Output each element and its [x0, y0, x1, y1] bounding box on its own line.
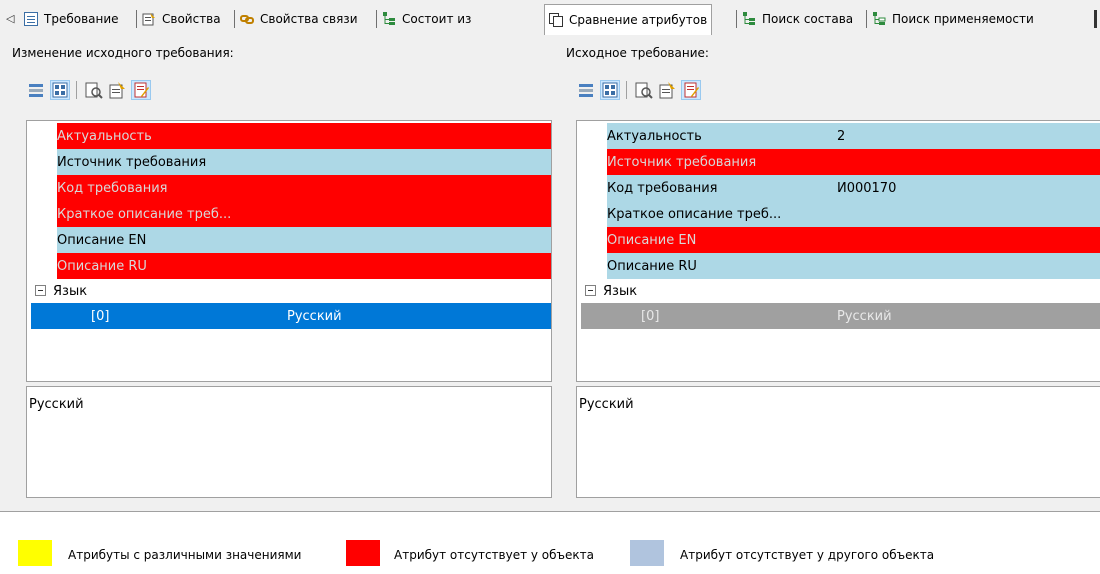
tab-label: Свойства связи — [260, 12, 358, 26]
toolbar-separator — [626, 81, 627, 99]
tab-separator — [136, 10, 137, 28]
form-icon — [24, 12, 38, 26]
tab-link-properties[interactable]: Свойства связи — [240, 6, 358, 32]
left-value-memo[interactable]: Русский — [26, 386, 552, 498]
tab-separator — [376, 10, 377, 28]
preview-icon[interactable] — [83, 80, 103, 100]
edit-attributes-icon[interactable] — [681, 80, 701, 100]
right-toolbar — [576, 78, 705, 102]
attribute-row[interactable]: Актуальность 2 — [607, 123, 1100, 149]
group-row[interactable]: Язык — [603, 278, 1100, 304]
link-properties-icon — [240, 12, 254, 26]
collapse-all-icon[interactable] — [26, 80, 46, 100]
tree-usage-icon — [872, 12, 886, 26]
collapse-all-icon[interactable] — [576, 80, 596, 100]
preview-icon[interactable] — [633, 80, 653, 100]
attribute-row[interactable]: Описание EN — [607, 227, 1100, 253]
tab-label: Поиск состава — [762, 12, 854, 26]
tab-bar: ◁ Требование Свойства Свойства связи Сос… — [0, 0, 1100, 36]
grouped-view-icon[interactable] — [600, 80, 620, 100]
attribute-row[interactable]: Код требования И000170 — [607, 175, 1100, 201]
legend-swatch-different-values — [18, 540, 52, 566]
properties-icon[interactable] — [657, 80, 677, 100]
toolbar-separator — [76, 81, 77, 99]
attribute-row[interactable]: Краткое описание треб... — [607, 201, 1100, 227]
selected-row[interactable]: [0] Русский — [31, 303, 551, 329]
tab-requirement[interactable]: Требование — [24, 6, 119, 32]
attribute-row[interactable]: Актуальность — [57, 123, 551, 149]
right-panel-title: Исходное требование: — [566, 46, 709, 60]
tab-properties[interactable]: Свойства — [142, 6, 221, 32]
legend-label: Атрибут отсутствует у объекта — [394, 548, 595, 562]
tab-consists-of[interactable]: Состоит из — [382, 6, 471, 32]
left-toolbar — [26, 78, 155, 102]
tab-compare-attributes[interactable]: Сравнение атрибутов — [544, 4, 713, 35]
properties-icon[interactable] — [107, 80, 127, 100]
legend-swatch-missing-on-object — [346, 540, 380, 566]
right-attribute-grid[interactable]: Актуальность 2 Источник требования Код тр… — [576, 120, 1100, 382]
collapse-toggle-icon[interactable] — [585, 285, 596, 296]
right-value-memo[interactable]: Русский — [576, 386, 1100, 498]
tab-separator — [234, 10, 235, 28]
legend-label: Атрибуты с различными значениями — [68, 548, 302, 562]
attribute-row[interactable]: Источник требования — [57, 149, 551, 175]
properties-icon — [142, 12, 156, 26]
tab-label: Сравнение атрибутов — [569, 13, 708, 27]
left-attribute-grid[interactable]: Актуальность Источник требования Код тре… — [26, 120, 552, 382]
attribute-row[interactable]: Код требования — [57, 175, 551, 201]
color-legend: Атрибуты с различными значениями Атрибут… — [0, 511, 1100, 574]
attribute-row[interactable]: Краткое описание треб... — [57, 201, 551, 227]
tab-label: Свойства — [162, 12, 221, 26]
tree-search-icon — [742, 12, 756, 26]
grouped-view-icon[interactable] — [50, 80, 70, 100]
compare-icon — [549, 13, 563, 27]
attribute-row[interactable]: Описание RU — [57, 253, 551, 279]
attribute-row[interactable]: Описание RU — [607, 253, 1100, 279]
tab-find-composition[interactable]: Поиск состава — [742, 6, 853, 32]
tab-separator — [1094, 10, 1097, 28]
tree-icon — [382, 12, 396, 26]
tab-separator — [866, 10, 867, 28]
group-row[interactable]: Язык — [53, 278, 551, 304]
scroll-left-icon[interactable]: ◁ — [6, 12, 14, 25]
legend-label: Атрибут отсутствует у другого объекта — [680, 548, 935, 562]
attribute-row[interactable]: Источник требования — [607, 149, 1100, 175]
tab-label: Поиск применяемости — [892, 12, 1034, 26]
selected-row-inactive[interactable]: [0] Русский — [581, 303, 1100, 329]
left-panel-title: Изменение исходного требования: — [12, 46, 234, 60]
tab-label: Требование — [44, 12, 119, 26]
tab-label: Состоит из — [402, 12, 472, 26]
tab-find-usage[interactable]: Поиск применяемости — [872, 6, 1034, 32]
legend-swatch-missing-on-other — [630, 540, 664, 566]
tab-separator — [736, 10, 737, 28]
attribute-row[interactable]: Описание EN — [57, 227, 551, 253]
collapse-toggle-icon[interactable] — [35, 285, 46, 296]
edit-attributes-icon[interactable] — [131, 80, 151, 100]
